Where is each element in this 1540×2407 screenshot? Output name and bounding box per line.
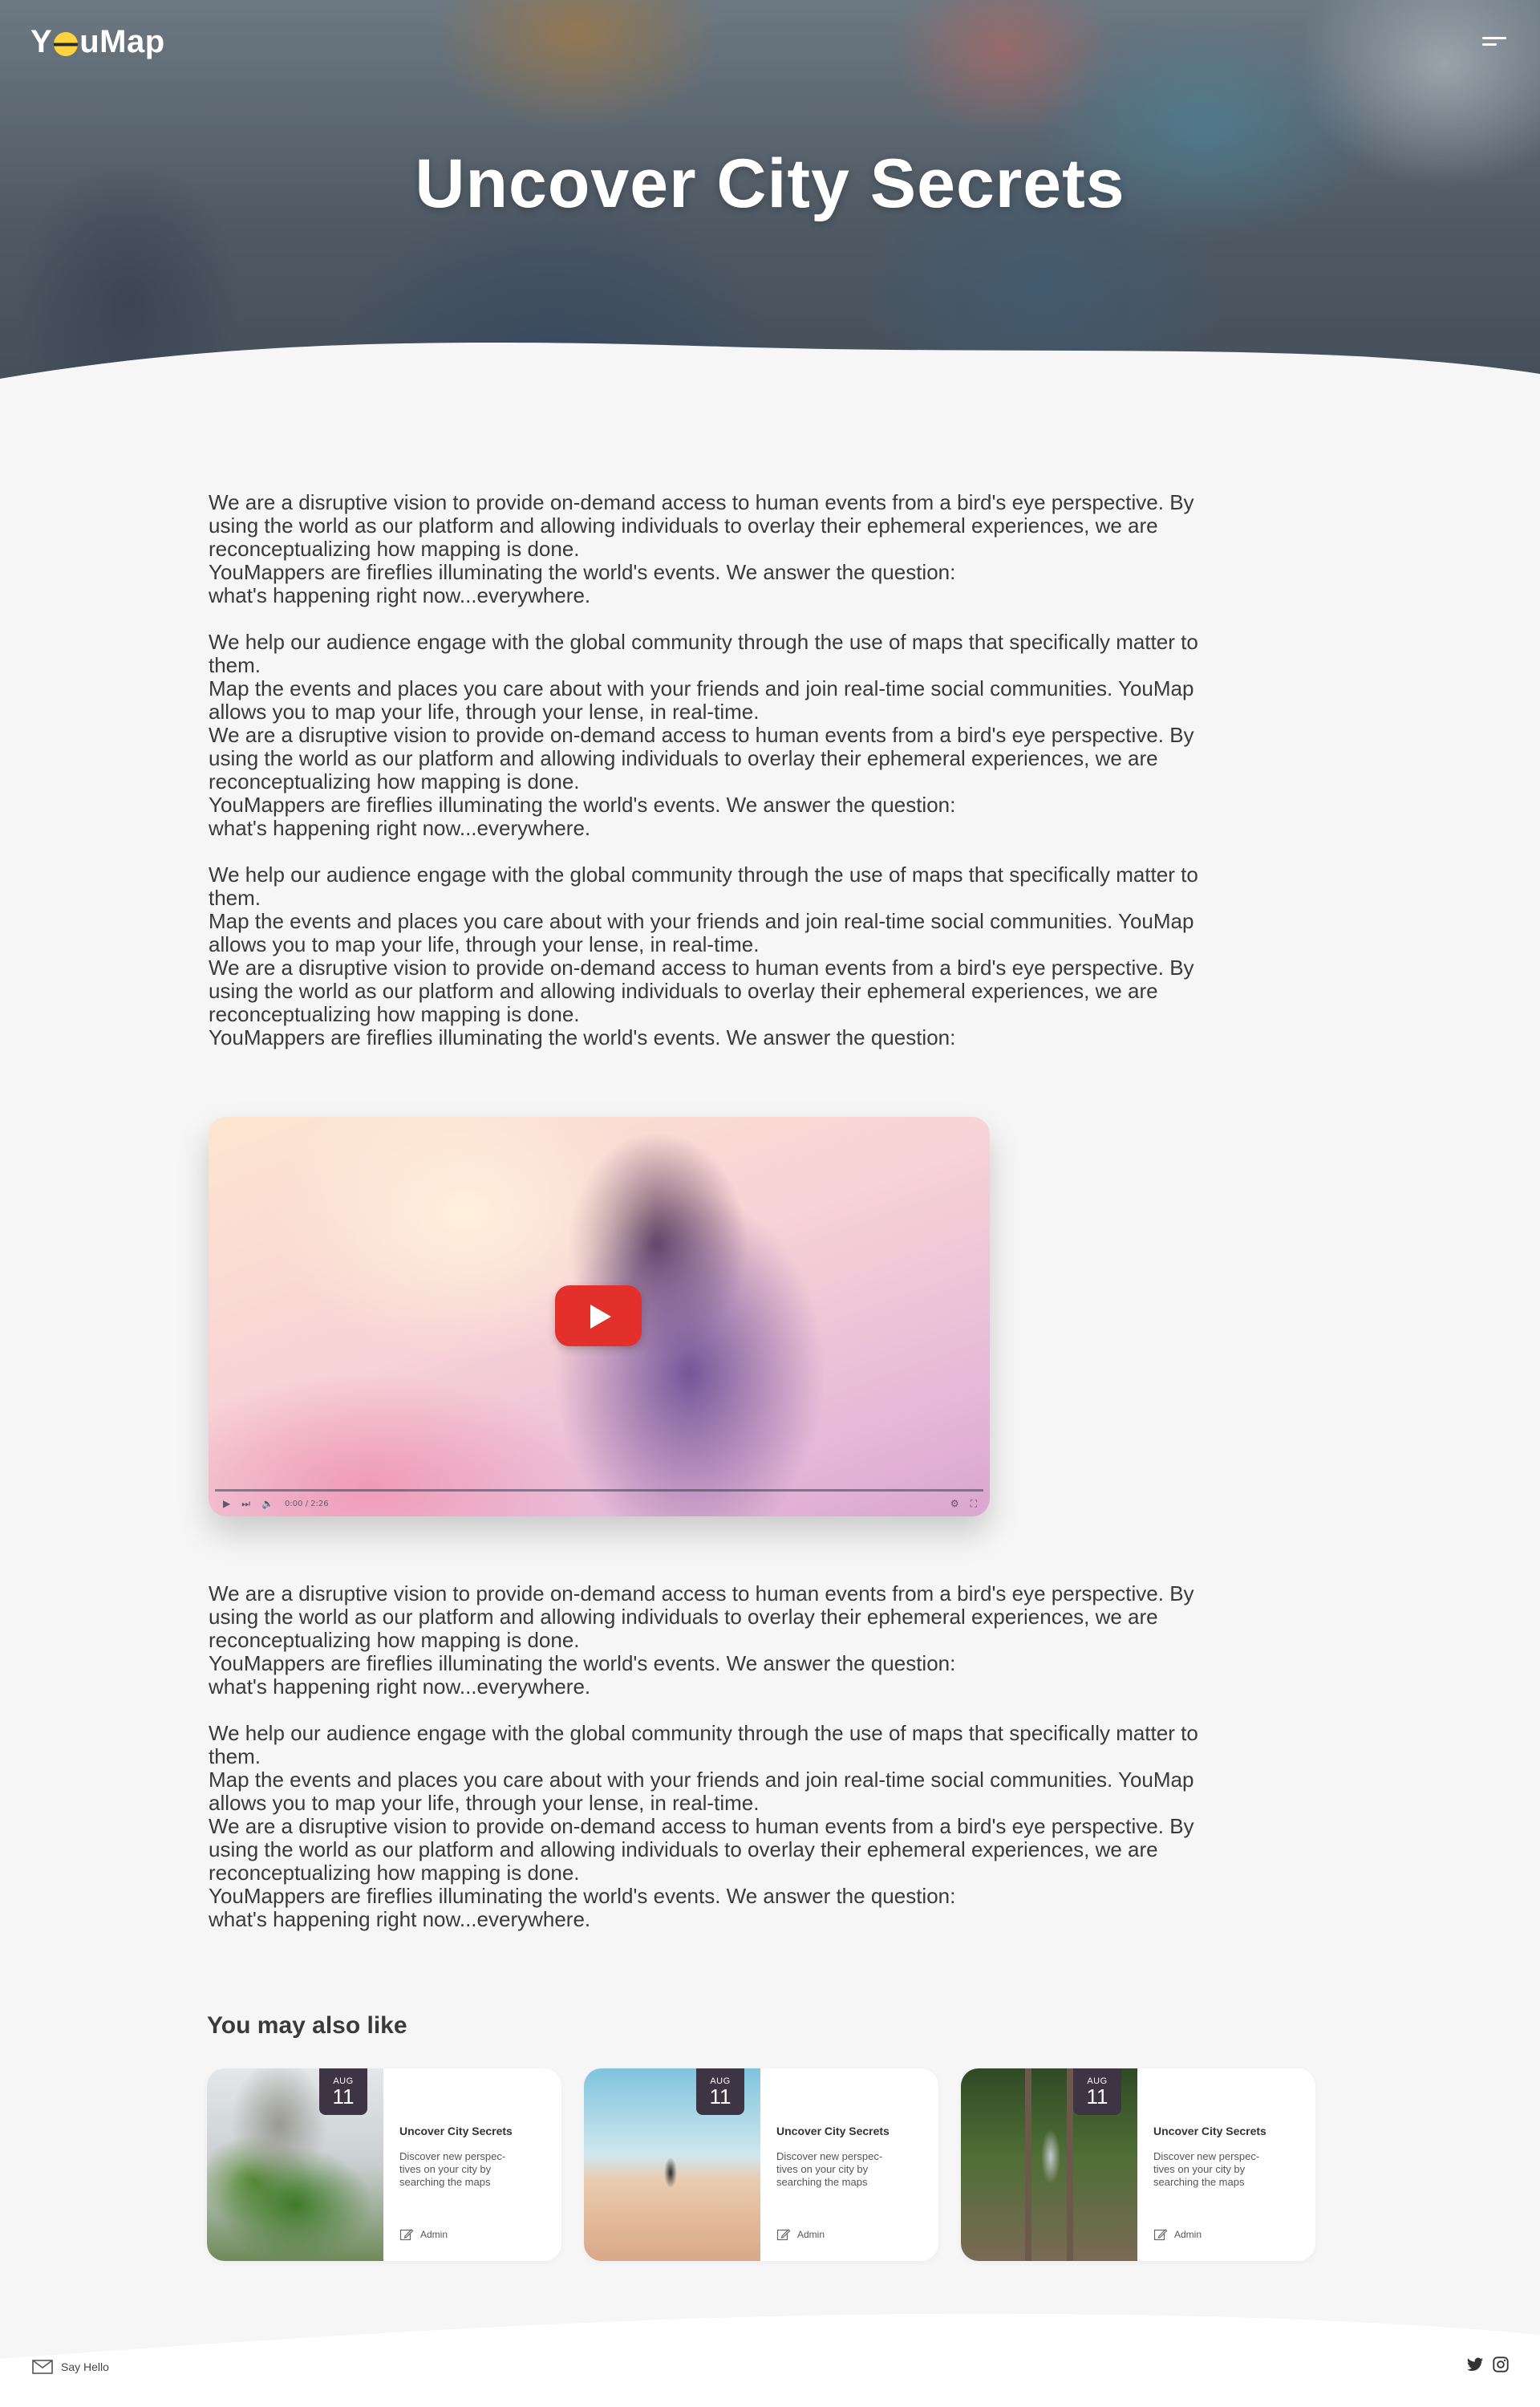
date-badge: AUG 11 [696,2068,744,2115]
logo-emoji-icon [54,31,79,56]
edit-pen-icon [776,2229,791,2241]
video-controls: ▶ ⏭ 🔈 0:00 / 2:26 ⚙ ⛶ [223,1497,977,1510]
play-icon[interactable]: ▶ [223,1498,230,1509]
hero-wave-divider [0,342,1540,409]
card-body: Uncover City Secrets Discover new perspe… [1153,2068,1306,2261]
date-month: AUG [333,2076,354,2086]
twitter-icon[interactable] [1466,2356,1484,2373]
date-month: AUG [1087,2076,1108,2086]
author-name: Admin [797,2229,825,2240]
article-body-top: We are a disruptive vision to provide on… [209,491,1315,1049]
card-body: Uncover City Secrets Discover new perspe… [399,2068,552,2261]
article-paragraphs: We are a disruptive vision to provide on… [209,1581,1198,1931]
date-day: 11 [1086,2084,1108,2109]
social-links [1466,2356,1510,2373]
settings-icon[interactable]: ⚙ [950,1498,959,1509]
edit-pen-icon [1153,2229,1168,2241]
article-body-bottom: We are a disruptive vision to provide on… [209,1582,1315,1931]
edit-pen-icon [399,2229,414,2241]
card-description: Discover new perspec- tives on your city… [399,2150,506,2188]
logo-text-start: Y [30,24,53,59]
logo-text-end: uMap [79,24,165,59]
card-author[interactable]: Admin [399,2227,448,2242]
date-day: 11 [332,2084,355,2109]
card-body: Uncover City Secrets Discover new perspe… [776,2068,929,2261]
card-title[interactable]: Uncover City Secrets [776,2125,890,2137]
card-description: Discover new perspec- tives on your city… [1153,2150,1260,2188]
date-badge: AUG 11 [319,2068,367,2115]
youtube-play-button[interactable] [555,1285,642,1346]
date-badge: AUG 11 [1073,2068,1121,2115]
date-day: 11 [709,2084,732,2109]
card-description: Discover new perspec- tives on your city… [776,2150,883,2188]
volume-icon[interactable]: 🔈 [261,1498,274,1509]
related-card[interactable]: AUG 11 Uncover City Secrets Discover new… [961,2068,1315,2261]
article-paragraphs: We are a disruptive vision to provide on… [209,490,1198,1049]
card-title[interactable]: Uncover City Secrets [399,2125,513,2137]
hamburger-menu-icon[interactable] [1482,37,1506,50]
card-author[interactable]: Admin [776,2227,825,2242]
related-card[interactable]: AUG 11 Uncover City Secrets Discover new… [207,2068,561,2261]
video-player[interactable]: ▶ ⏭ 🔈 0:00 / 2:26 ⚙ ⛶ [209,1117,990,1516]
youmap-logo[interactable]: Y uMap [30,24,165,60]
card-title[interactable]: Uncover City Secrets [1153,2125,1266,2137]
page-title: Uncover City Secrets [415,145,1125,222]
menu-line-bottom [1482,43,1497,46]
author-name: Admin [1174,2229,1202,2240]
related-card[interactable]: AUG 11 Uncover City Secrets Discover new… [584,2068,938,2261]
related-cards: AUG 11 Uncover City Secrets Discover new… [207,2068,1315,2261]
say-hello-link[interactable]: Say Hello [32,2359,109,2375]
fullscreen-icon[interactable]: ⛶ [971,1498,977,1510]
related-section-title: You may also like [207,2012,407,2039]
date-month: AUG [710,2076,731,2086]
say-hello-label: Say Hello [61,2360,109,2373]
next-icon[interactable]: ⏭ [241,1498,250,1510]
mail-icon [32,2360,53,2374]
video-time: 0:00 / 2:26 [285,1499,329,1508]
video-progress-bar[interactable] [215,1489,983,1492]
author-name: Admin [420,2229,448,2240]
instagram-icon[interactable] [1492,2356,1510,2373]
footer-wave [0,2313,1540,2407]
card-author[interactable]: Admin [1153,2227,1202,2242]
menu-line-top [1482,37,1506,39]
